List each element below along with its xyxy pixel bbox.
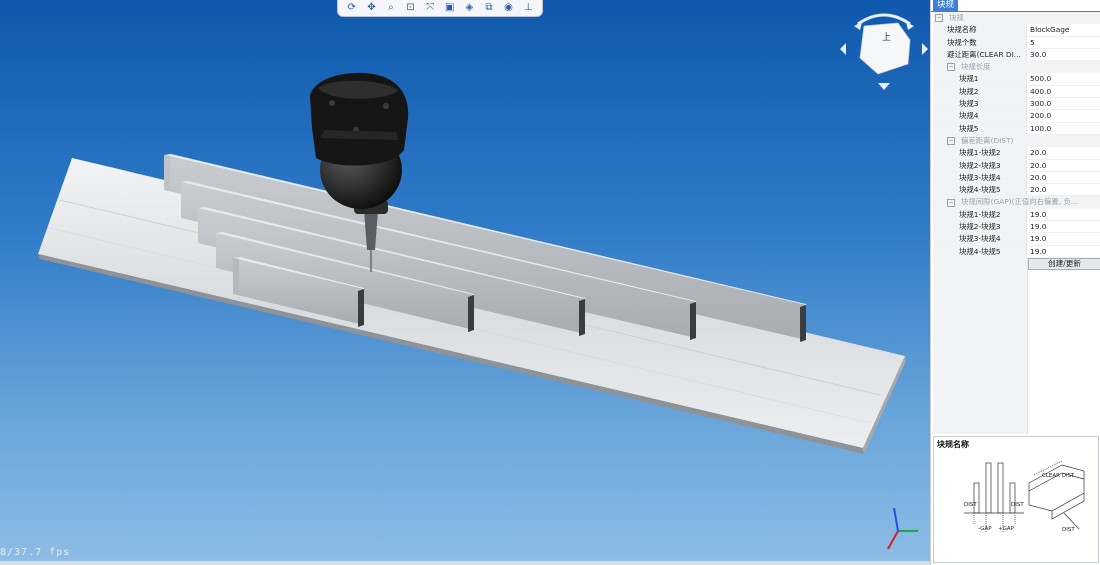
property-key: 块规1-块规2 [933,208,1027,221]
visibility-icon[interactable]: ◉ [502,1,516,15]
property-value[interactable]: 500.0 [1027,73,1100,85]
tab-block-gage[interactable]: 块规 [933,0,959,11]
property-key: 块规3-块规4 [933,233,1027,245]
property-key: 块规4 [933,110,1027,122]
property-value[interactable]: 30.0 [1027,48,1100,61]
zoom-icon[interactable]: ⌕ [384,1,398,15]
help-label-dist: DIST [1062,527,1075,533]
property-key: 块规个数 [933,36,1027,48]
property-row: 块规3-块规4 20.0 [933,171,1100,185]
grid-empty-area [933,268,1028,434]
property-key: 块规5 [933,122,1027,134]
z-axis-icon [893,507,899,532]
property-value[interactable]: 20.0 [1027,147,1100,159]
property-key: 块规4-块规5 [933,184,1027,196]
help-label-gap-pos: +GAP [998,526,1015,532]
arrow-right-icon [922,43,928,55]
view-toolbar: ⟳ ✥ ⌕ ⊡ ⤧ ▣ ◈ ⧉ ◉ ⊥ [337,0,543,17]
property-value[interactable]: 300.0 [1027,98,1100,110]
help-label-dist: DIST [964,502,977,508]
property-row: 块规1-块规2 20.0 [933,147,1100,160]
property-value[interactable]: 19.0 [1027,221,1100,233]
property-value[interactable]: BlockGage [1027,24,1100,36]
property-key: 块规2-块规3 [933,221,1027,233]
property-key: 块规3 [933,98,1027,110]
property-row: 块规2 400.0 [933,85,1100,99]
property-row: 块规1 500.0 [933,73,1100,86]
section-view-icon[interactable]: ⧉ [482,1,496,15]
property-panel: 块规 − 块规 块规名称 BlockGage 块规个数 5 避让距离(CLEAR DI..… [930,0,1100,565]
property-row: 块规3 300.0 [933,98,1100,111]
collapse-icon: − [947,137,955,146]
view-cube[interactable]: 上 [838,6,930,96]
category-root[interactable]: − 块规 [933,12,1100,25]
category-dist[interactable]: − 偏差距离(DIST) [933,134,1100,148]
property-value[interactable]: 20.0 [1027,171,1100,184]
property-key: 块规1 [933,73,1027,85]
property-row: 块规4-块规5 19.0 [933,245,1100,258]
rotate-icon[interactable]: ⟳ [345,1,359,15]
fps-counter: 8/37.7 fps [0,547,71,558]
block-gage-schematic: DIST DIST -GAP +GAP CLEAR DIST DIST [964,460,1085,533]
collapse-icon: − [947,63,955,72]
3d-viewport[interactable]: ⟳ ✥ ⌕ ⊡ ⤧ ▣ ◈ ⧉ ◉ ⊥ 上 8/37.7 fps [0,0,930,565]
property-key: 块规4-块规5 [933,245,1027,257]
category-gap[interactable]: − 块规间隙(GAP)(正值向右偏置, 负... [933,196,1100,209]
help-label-clear-dist: CLEAR DIST [1042,473,1075,479]
property-value[interactable]: 19.0 [1027,245,1100,257]
property-value[interactable]: 19.0 [1027,208,1100,221]
property-value[interactable]: 20.0 [1027,159,1100,171]
property-key: 块规3-块规4 [933,171,1027,184]
cube-face [859,22,911,75]
property-key: 块规2-块规3 [933,159,1027,171]
property-row: 块规5 100.0 [933,122,1100,135]
category-lengths[interactable]: − 块规长度 [933,61,1100,74]
property-grid: − 块规 块规名称 BlockGage 块规个数 5 避让距离(CLEAR DI... 30… [933,12,1100,270]
property-key: 避让距离(CLEAR DI... [933,48,1027,61]
fit-all-icon[interactable]: ⤧ [423,1,437,15]
display-mode-icon[interactable]: ◈ [462,1,476,15]
scene-canvas[interactable] [0,0,930,565]
help-diagram: 块规名称 DIST DIST -GAP +GAP CLEAR DIST DIST [933,436,1099,563]
help-title: 块规名称 [937,440,969,449]
property-value[interactable]: 200.0 [1027,110,1100,122]
axis-triad [887,507,918,550]
collapse-icon: − [947,198,955,207]
help-label-dist: DIST [1011,502,1024,508]
x-axis-icon [887,530,899,550]
property-row: 块规1-块规2 19.0 [933,208,1100,222]
property-key: 块规名称 [933,24,1027,36]
property-value[interactable]: 20.0 [1027,184,1100,196]
zoom-window-icon[interactable]: ⊡ [404,1,418,15]
status-strip [0,561,930,565]
arrow-down-icon [878,83,890,90]
property-row: 块规个数 5 [933,36,1100,49]
property-row: 块规名称 BlockGage [933,24,1100,37]
property-value[interactable]: 400.0 [1027,85,1100,98]
property-row: 块规2-块规3 20.0 [933,159,1100,172]
arrow-left-icon [840,43,846,55]
property-key: 块规1-块规2 [933,147,1027,159]
svg-text:上: 上 [882,32,891,43]
property-value[interactable]: 19.0 [1027,233,1100,245]
property-row: 块规4-块规5 20.0 [933,184,1100,197]
pan-icon[interactable]: ✥ [364,1,378,15]
orbit-arc-icon [857,13,911,26]
property-key: 块规2 [933,85,1027,98]
property-row: 块规4 200.0 [933,110,1100,123]
property-row: 块规3-块规4 19.0 [933,233,1100,246]
property-row: 块规2-块规3 19.0 [933,221,1100,234]
property-row: 避让距离(CLEAR DI... 30.0 [933,48,1100,62]
help-label-gap-neg: -GAP [978,526,992,532]
property-value[interactable]: 5 [1027,36,1100,48]
create-update-button[interactable]: 创建/更新 [1028,257,1100,270]
pin-icon[interactable]: ⊥ [521,1,535,15]
property-value[interactable]: 100.0 [1027,122,1100,134]
collapse-icon: − [935,14,943,23]
view-orientation-icon[interactable]: ▣ [443,1,457,15]
